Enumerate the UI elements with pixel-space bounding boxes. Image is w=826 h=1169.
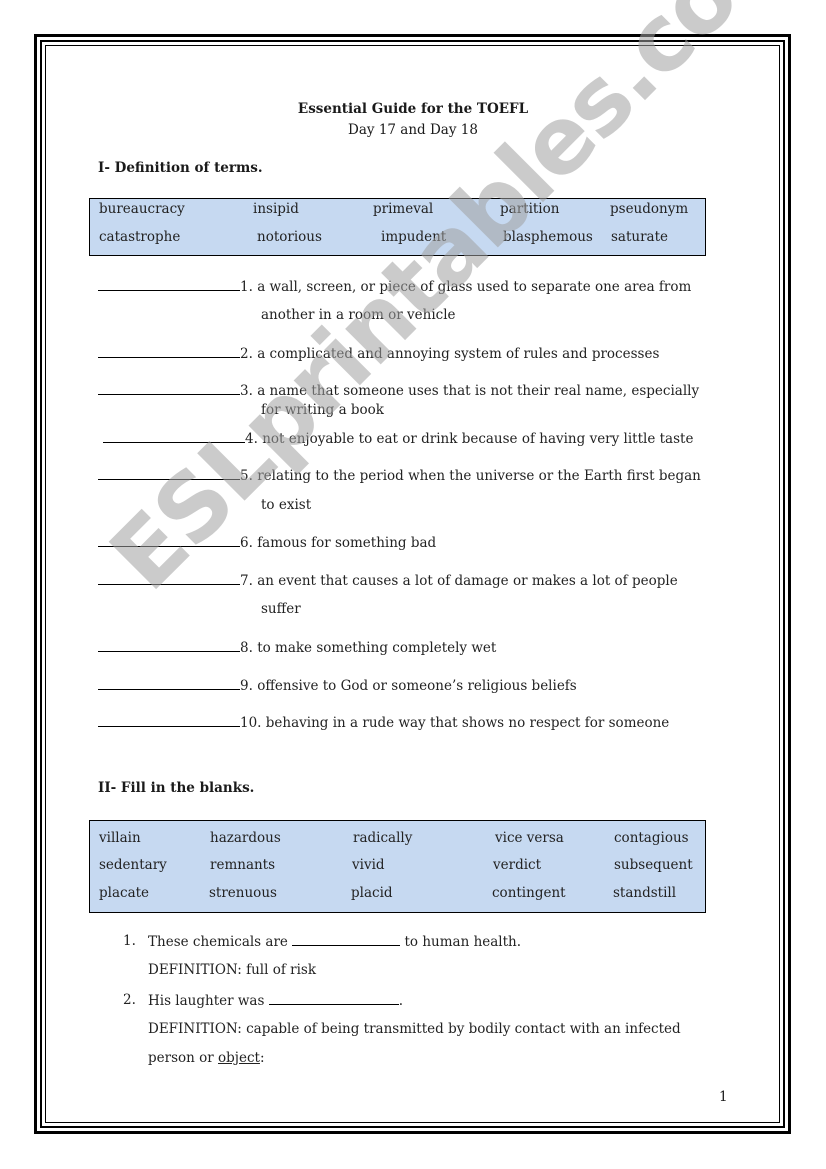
answer-blank[interactable]: [98, 572, 240, 585]
question-text: His laughter was .: [148, 992, 403, 1009]
definition-item: 2. a complicated and annoying system of …: [98, 345, 659, 362]
definition-number: 1.: [240, 279, 253, 295]
definition-text: to make something completely wet: [257, 640, 497, 656]
question-definition: DEFINITION: full of risk: [148, 962, 316, 978]
definition-item: 10. behaving in a rude way that shows no…: [98, 714, 669, 731]
definition-text: offensive to God or someone’s religious …: [257, 678, 577, 694]
question-text-before: These chemicals are: [148, 934, 288, 950]
section-1-heading: I- Definition of terms.: [98, 160, 263, 176]
word-bank-item: impudent: [381, 229, 447, 245]
word-bank-item: subsequent: [614, 857, 693, 873]
definition-number: 5.: [240, 468, 253, 484]
word-bank-item: placate: [99, 885, 150, 901]
word-bank-item: blasphemous: [503, 229, 593, 245]
definition-item: 6. famous for something bad: [98, 534, 436, 551]
definition-text: person or: [148, 1050, 214, 1066]
definition-text: a wall, screen, or piece of glass used t…: [257, 279, 692, 295]
word-bank-item: notorious: [257, 229, 322, 245]
word-bank-item: verdict: [493, 857, 542, 873]
definition-number: 10.: [240, 715, 262, 731]
definition-label: DEFINITION:: [148, 1021, 242, 1037]
definition-continuation: to exist: [261, 497, 312, 513]
question-definition-continuation: person or object:: [148, 1050, 265, 1066]
answer-blank[interactable]: [103, 430, 245, 443]
definition-text: :: [259, 1050, 265, 1066]
definition-number: 4.: [245, 431, 258, 447]
answer-blank[interactable]: [98, 382, 240, 395]
definition-text: a name that someone uses that is not the…: [257, 383, 700, 399]
question-text: These chemicals are to human health.: [148, 933, 521, 950]
definition-continuation: suffer: [261, 601, 301, 617]
word-bank-item: strenuous: [209, 885, 277, 901]
definition-continuation: another in a room or vehicle: [261, 307, 456, 323]
definition-continuation: for writing a book: [261, 402, 384, 418]
document-subtitle: Day 17 and Day 18: [348, 122, 478, 138]
definition-item: 9. offensive to God or someone’s religio…: [98, 677, 577, 694]
definition-item: 8. to make something completely wet: [98, 639, 496, 656]
answer-blank[interactable]: [268, 992, 399, 1005]
definition-text: a complicated and annoying system of rul…: [257, 346, 660, 362]
word-bank-item: standstill: [613, 885, 677, 901]
word-bank-1: bureaucracy insipid primeval partition p…: [89, 198, 706, 256]
answer-blank[interactable]: [98, 639, 240, 652]
answer-blank[interactable]: [98, 345, 240, 358]
definition-item: 1. a wall, screen, or piece of glass use…: [98, 278, 691, 295]
word-bank-item: contagious: [614, 830, 689, 846]
question-number: 1.: [123, 933, 136, 949]
definition-text: an event that causes a lot of damage or …: [257, 573, 678, 589]
word-bank-item: remnants: [210, 857, 276, 873]
answer-blank[interactable]: [98, 714, 240, 727]
question-text-after: to human health.: [404, 934, 522, 950]
question-text-after: .: [398, 993, 403, 1009]
answer-blank[interactable]: [98, 467, 240, 480]
page-number: 1: [719, 1089, 728, 1105]
word-bank-2: villain hazardous radically vice versa c…: [89, 820, 706, 913]
answer-blank[interactable]: [292, 933, 401, 946]
document-title: Essential Guide for the TOEFL: [297, 101, 529, 117]
definition-text: full of risk: [246, 962, 317, 978]
word-bank-item: pseudonym: [610, 201, 689, 217]
word-bank-item: vivid: [352, 857, 385, 873]
definition-number: 2.: [240, 346, 253, 362]
definition-item: 7. an event that causes a lot of damage …: [98, 572, 678, 589]
definition-number: 6.: [240, 535, 253, 551]
definition-label: DEFINITION:: [148, 962, 242, 978]
question-number: 2.: [123, 992, 136, 1008]
definition-text: relating to the period when the universe…: [257, 468, 701, 484]
word-bank-item: placid: [351, 885, 393, 901]
question-definition: DEFINITION: capable of being transmitted…: [148, 1021, 681, 1037]
word-bank-item: sedentary: [99, 857, 167, 873]
word-bank-item: hazardous: [210, 830, 281, 846]
word-bank-item: vice versa: [495, 830, 564, 846]
word-bank-item: contingent: [492, 885, 566, 901]
question-item: 1.: [123, 933, 136, 949]
definition-text: behaving in a rude way that shows no res…: [265, 715, 670, 731]
word-bank-item: radically: [353, 830, 413, 846]
definition-number: 8.: [240, 640, 253, 656]
answer-blank[interactable]: [98, 534, 240, 547]
section-2-heading: II- Fill in the blanks.: [98, 780, 255, 796]
definition-text: capable of being transmitted by bodily c…: [246, 1021, 681, 1037]
word-bank-item: partition: [500, 201, 560, 217]
answer-blank[interactable]: [98, 278, 240, 291]
question-text-before: His laughter was: [148, 993, 265, 1009]
definition-item: 5. relating to the period when the unive…: [98, 467, 701, 484]
answer-blank[interactable]: [98, 677, 240, 690]
definition-number: 7.: [240, 573, 253, 589]
definition-text: famous for something bad: [257, 535, 437, 551]
word-bank-item: primeval: [373, 201, 434, 217]
definition-link[interactable]: object: [218, 1050, 260, 1066]
definition-number: 9.: [240, 678, 253, 694]
word-bank-item: catastrophe: [99, 229, 181, 245]
word-bank-item: saturate: [611, 229, 669, 245]
definition-item: 4. not enjoyable to eat or drink because…: [103, 430, 693, 447]
definition-text: not enjoyable to eat or drink because of…: [262, 431, 694, 447]
word-bank-item: bureaucracy: [99, 201, 185, 217]
word-bank-item: villain: [99, 830, 141, 846]
definition-item: 3. a name that someone uses that is not …: [98, 382, 699, 399]
question-item: 2.: [123, 992, 136, 1008]
definition-number: 3.: [240, 383, 253, 399]
word-bank-item: insipid: [253, 201, 299, 217]
